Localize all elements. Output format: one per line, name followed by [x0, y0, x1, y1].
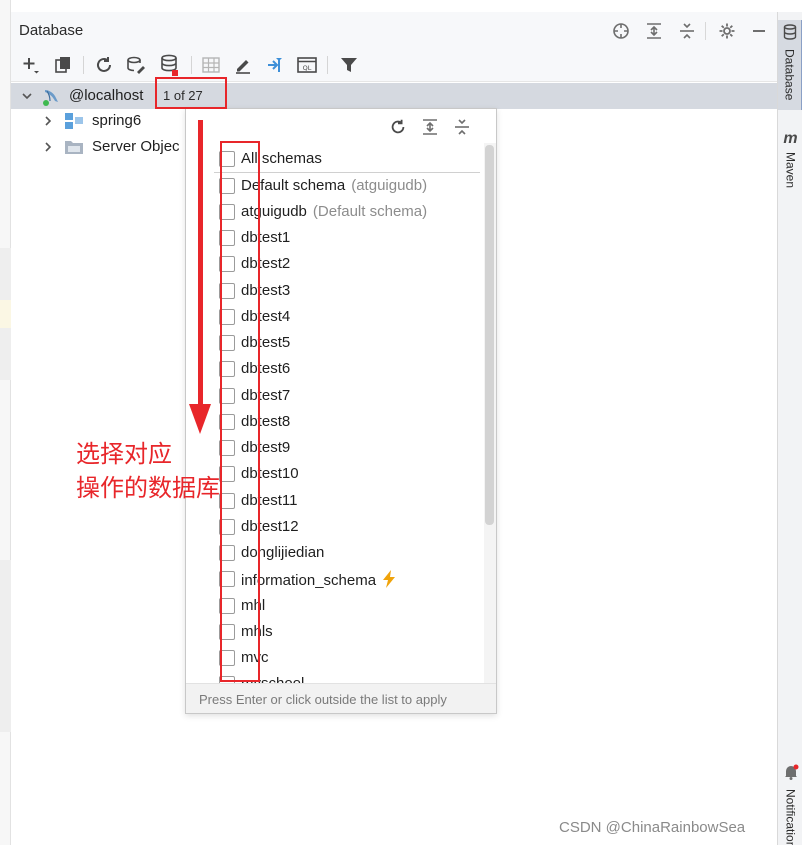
popup-footer-hint: Press Enter or click outside the list to… [199, 692, 447, 707]
sql-console-icon[interactable]: QL [295, 53, 319, 77]
schema-hint: (Default schema) [312, 203, 428, 220]
schema-icon [64, 112, 84, 135]
collapse-all-icon[interactable] [451, 116, 473, 138]
notification-bell-icon [783, 764, 799, 785]
popup-footer: Press Enter or click outside the list to… [186, 683, 496, 713]
toolbar-separator [83, 56, 84, 74]
chevron-right-icon[interactable] [41, 114, 55, 128]
gutter-segment [0, 560, 11, 732]
header-separator [705, 22, 706, 40]
database-stack-icon [783, 24, 797, 45]
tool-tab-label: Maven [783, 152, 798, 189]
schema-option-label: atguigudb (Default schema) [241, 203, 428, 220]
database-toolbar: QL [11, 48, 777, 82]
minimize-icon[interactable] [748, 20, 770, 42]
tool-tab-label: Notifications [783, 789, 798, 845]
folder-icon [64, 138, 84, 161]
toolbar-separator [327, 56, 328, 74]
panel-title: Database [19, 22, 84, 39]
annotation-arrow [198, 120, 203, 410]
schema-option-label: information_schema [241, 570, 396, 592]
refresh-icon[interactable] [92, 53, 116, 77]
maven-tool-tab[interactable]: m Maven [778, 130, 802, 206]
left-gutter [0, 0, 11, 845]
scrollbar-thumb[interactable] [485, 145, 494, 525]
chevron-down-icon[interactable] [20, 89, 34, 103]
right-tool-stripe: Database m Maven Notifications [777, 12, 802, 845]
watermark: CSDN @ChinaRainbowSea [559, 819, 746, 836]
datasource-properties-icon[interactable] [124, 53, 148, 77]
annotation-note: 选择对应 操作的数据库 [76, 437, 220, 505]
maven-m-icon: m [783, 130, 798, 147]
lightning-bolt-icon [382, 570, 396, 592]
annotation-line: 操作的数据库 [76, 474, 220, 502]
database-panel-header: Database [11, 12, 777, 48]
chevron-right-icon[interactable] [41, 140, 55, 154]
svg-text:QL: QL [303, 64, 312, 72]
collapse-all-icon[interactable] [676, 20, 698, 42]
popup-toolbar [186, 109, 496, 143]
tree-node-label: spring6 [92, 112, 142, 129]
annotation-highlight-checkboxes [220, 141, 260, 682]
schema-option-label: Default schema (atguigudb) [241, 177, 428, 194]
duplicate-icon[interactable] [51, 53, 75, 77]
locate-icon[interactable] [610, 20, 632, 42]
annotation-line: 选择对应 [76, 440, 172, 468]
settings-gear-icon[interactable] [716, 20, 738, 42]
gutter-highlight [0, 300, 11, 328]
expand-all-icon[interactable] [643, 20, 665, 42]
annotation-highlight-count [155, 77, 227, 109]
table-editor-icon[interactable] [199, 53, 223, 77]
schemas-filter-icon[interactable] [157, 53, 181, 77]
edit-pencil-icon[interactable] [231, 53, 255, 77]
tree-node-label: @localhost [69, 87, 144, 104]
refresh-icon[interactable] [387, 116, 409, 138]
tree-node-localhost[interactable]: @localhost 1 of 27 [11, 83, 777, 109]
database-tool-tab[interactable]: Database [778, 20, 802, 110]
schema-hint: (atguigudb) [351, 177, 428, 194]
filter-funnel-icon[interactable] [337, 53, 361, 77]
toolbar-separator [191, 56, 192, 74]
notifications-tool-tab[interactable]: Notifications [778, 762, 802, 845]
tree-node-label: Server Objec [92, 138, 180, 155]
annotation-arrow-head [189, 404, 211, 434]
jump-to-query-console-icon[interactable] [263, 53, 287, 77]
tool-tab-label: Database [782, 49, 797, 101]
add-icon[interactable] [19, 53, 43, 77]
schema-list-scrollbar[interactable] [484, 143, 496, 683]
expand-all-icon[interactable] [419, 116, 441, 138]
